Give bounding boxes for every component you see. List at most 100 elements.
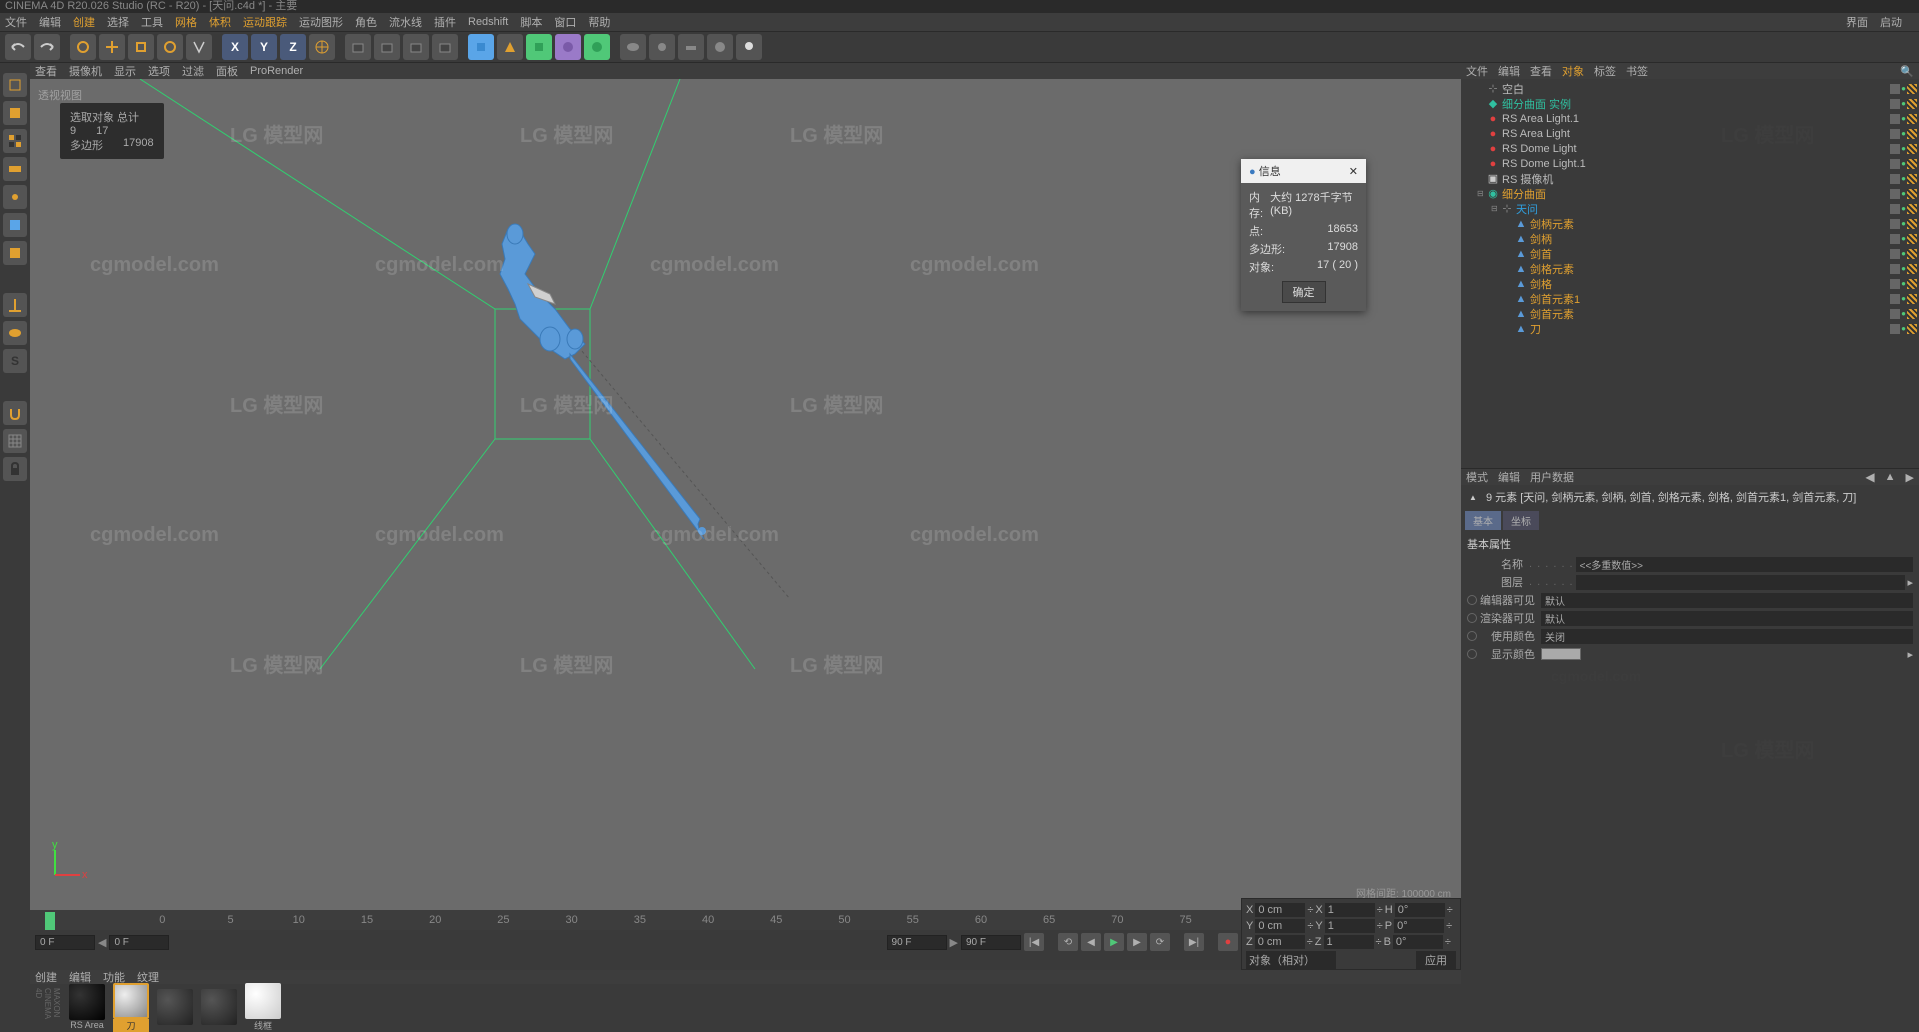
texture-tag[interactable] <box>1907 234 1917 244</box>
hierarchy-item[interactable]: ▲ 剑首元素 ● <box>1463 306 1917 321</box>
enable-dot[interactable]: ● <box>1901 324 1906 333</box>
hierarchy-item[interactable]: ● RS Dome Light.1 ● <box>1463 156 1917 171</box>
prev-key-button[interactable]: ⟲ <box>1058 933 1078 951</box>
texture-tag[interactable] <box>1907 174 1917 184</box>
object-name[interactable]: 剑首元素 <box>1530 306 1574 322</box>
visibility-tag[interactable] <box>1890 174 1900 184</box>
p-rot-input[interactable]: 0° <box>1394 919 1444 933</box>
object-name[interactable]: 剑格 <box>1530 276 1552 292</box>
name-input[interactable] <box>1576 557 1913 572</box>
camera-menu[interactable]: 摄像机 <box>69 63 102 79</box>
hierarchy-item[interactable]: ▲ 剑柄元素 ● <box>1463 216 1917 231</box>
prev-frame-button[interactable]: ◀ <box>1081 933 1101 951</box>
model-mode-button[interactable] <box>3 101 27 125</box>
show-color-radio[interactable] <box>1467 649 1477 659</box>
spline-pen-button[interactable] <box>497 34 523 60</box>
dialog-close-button[interactable]: ✕ <box>1349 165 1358 178</box>
hierarchy-item[interactable]: ▲ 剑柄 ● <box>1463 231 1917 246</box>
display-menu[interactable]: 显示 <box>114 63 136 79</box>
render-region-button[interactable] <box>403 34 429 60</box>
object-name[interactable]: 剑首元素1 <box>1530 291 1580 307</box>
visibility-tag[interactable] <box>1890 129 1900 139</box>
object-name[interactable]: 细分曲面 实例 <box>1502 96 1571 112</box>
texture-tag[interactable] <box>1907 204 1917 214</box>
texture-tag[interactable] <box>1907 189 1917 199</box>
enable-dot[interactable]: ● <box>1901 159 1906 168</box>
play-button[interactable]: ▶ <box>1104 933 1124 951</box>
x-pos-input[interactable]: 0 cm <box>1255 903 1305 917</box>
menu-mograph[interactable]: 运动图形 <box>299 14 343 30</box>
enable-dot[interactable]: ● <box>1901 174 1906 183</box>
undo-button[interactable] <box>5 34 31 60</box>
texture-tag[interactable] <box>1907 129 1917 139</box>
enable-dot[interactable]: ● <box>1901 99 1906 108</box>
z-axis-button[interactable]: Z <box>280 34 306 60</box>
use-color-select[interactable] <box>1541 629 1913 644</box>
om-view-tab[interactable]: 查看 <box>1530 63 1552 79</box>
om-edit-tab[interactable]: 编辑 <box>1498 63 1520 79</box>
enable-dot[interactable]: ● <box>1901 309 1906 318</box>
attr-mode-tab[interactable]: 模式 <box>1466 469 1488 485</box>
texture-tag[interactable] <box>1907 144 1917 154</box>
hierarchy-item[interactable]: ▲ 剑格 ● <box>1463 276 1917 291</box>
texture-tag[interactable] <box>1907 159 1917 169</box>
menu-redshift[interactable]: Redshift <box>468 16 508 28</box>
floor-button[interactable] <box>678 34 704 60</box>
environment-button[interactable] <box>584 34 610 60</box>
texture-tag[interactable] <box>1907 99 1917 109</box>
enable-dot[interactable]: ● <box>1901 279 1906 288</box>
view-menu[interactable]: 查看 <box>35 63 57 79</box>
dialog-ok-button[interactable]: 确定 <box>1282 281 1326 303</box>
visibility-tag[interactable] <box>1890 84 1900 94</box>
coord-system-button[interactable] <box>309 34 335 60</box>
visibility-tag[interactable] <box>1890 114 1900 124</box>
attr-edit-tab[interactable]: 编辑 <box>1498 469 1520 485</box>
texture-tag[interactable] <box>1907 279 1917 289</box>
object-name[interactable]: 空白 <box>1502 81 1524 97</box>
make-editable-button[interactable] <box>3 73 27 97</box>
mat-create-menu[interactable]: 创建 <box>35 969 57 985</box>
locked-button[interactable] <box>3 457 27 481</box>
hierarchy-item[interactable]: ▲ 剑首 ● <box>1463 246 1917 261</box>
live-select-tool[interactable] <box>70 34 96 60</box>
visibility-tag[interactable] <box>1890 159 1900 169</box>
object-name[interactable]: RS Area Light.1 <box>1502 113 1579 125</box>
goto-start-button[interactable]: |◀ <box>1024 933 1044 951</box>
z-pos-input[interactable]: 0 cm <box>1255 935 1305 949</box>
hierarchy-item[interactable]: ● RS Dome Light ● <box>1463 141 1917 156</box>
mat-edit-menu[interactable]: 编辑 <box>69 969 91 985</box>
object-name[interactable]: 剑柄 <box>1530 231 1552 247</box>
material-ball[interactable] <box>245 983 281 1019</box>
hierarchy-item[interactable]: ◆ 细分曲面 实例 ● <box>1463 96 1917 111</box>
object-name[interactable]: RS 摄像机 <box>1502 171 1553 187</box>
menu-plugins[interactable]: 插件 <box>434 14 456 30</box>
visibility-tag[interactable] <box>1890 234 1900 244</box>
rotate-tool[interactable] <box>157 34 183 60</box>
object-name[interactable]: RS Dome Light.1 <box>1502 158 1586 170</box>
attr-nav-prev[interactable]: ◀ <box>1865 470 1874 484</box>
primitive-cube-button[interactable] <box>468 34 494 60</box>
x-axis-button[interactable]: X <box>222 34 248 60</box>
enable-dot[interactable]: ● <box>1901 114 1906 123</box>
options-menu[interactable]: 选项 <box>148 63 170 79</box>
end-frame-input[interactable] <box>961 935 1021 950</box>
light-button[interactable] <box>649 34 675 60</box>
grid-snap-button[interactable] <box>3 429 27 453</box>
editor-vis-radio[interactable] <box>1467 595 1477 605</box>
menu-motion-tracker[interactable]: 运动跟踪 <box>243 14 287 30</box>
menu-edit[interactable]: 编辑 <box>39 14 61 30</box>
render-queue-button[interactable] <box>432 34 458 60</box>
object-name[interactable]: 剑柄元素 <box>1530 216 1574 232</box>
object-name[interactable]: 刀 <box>1530 321 1541 337</box>
texture-tag[interactable] <box>1907 219 1917 229</box>
visibility-tag[interactable] <box>1890 144 1900 154</box>
object-name[interactable]: 剑首 <box>1530 246 1552 262</box>
b-rot-input[interactable]: 0° <box>1393 935 1443 949</box>
coord-tab[interactable]: 坐标 <box>1503 511 1539 530</box>
om-objects-tab[interactable]: 对象 <box>1562 63 1584 79</box>
menu-window[interactable]: 窗口 <box>554 14 576 30</box>
render-view-button[interactable] <box>345 34 371 60</box>
point-mode-button[interactable] <box>3 185 27 209</box>
workplane-button[interactable] <box>3 157 27 181</box>
prorender-menu[interactable]: ProRender <box>250 65 303 77</box>
